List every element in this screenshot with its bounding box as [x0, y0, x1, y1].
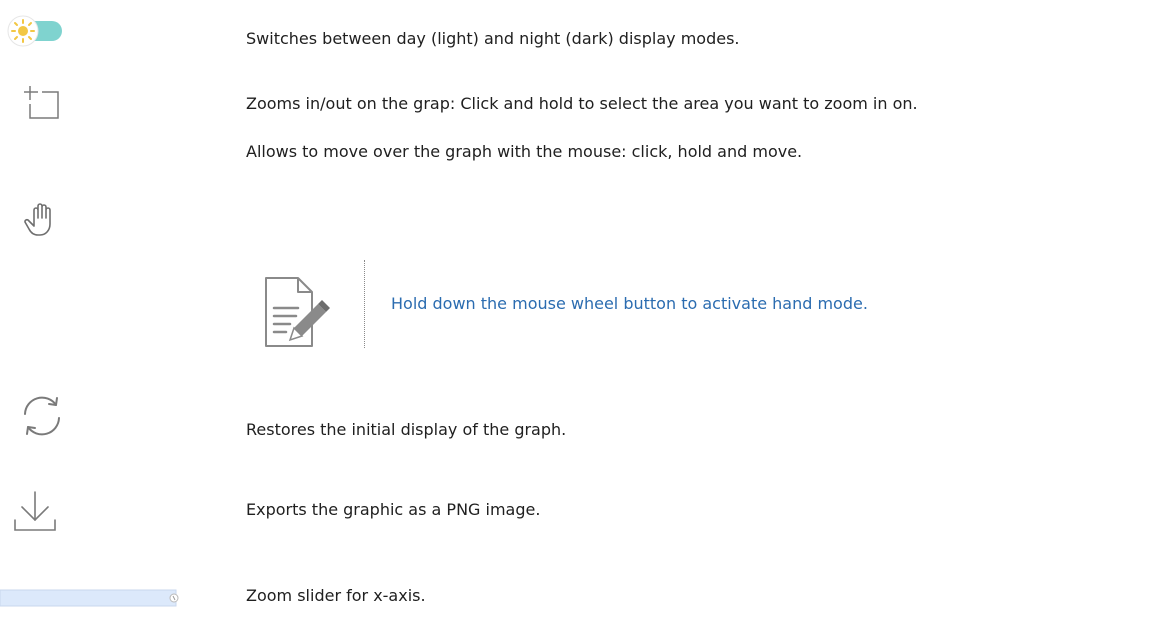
zoom-select-description: Zooms in/out on the grap: Click and hold…: [246, 94, 918, 113]
zoom-slider-icon: [0, 584, 190, 616]
note-divider: [364, 260, 365, 348]
download-icon: [10, 486, 60, 540]
zoom-select-icon: [24, 84, 64, 128]
note-callout: Hold down the mouse wheel button to acti…: [262, 260, 882, 352]
zoom-slider-description: Zoom slider for x-axis.: [246, 586, 426, 605]
day-night-toggle-icon: [4, 13, 66, 53]
reset-refresh-icon: [18, 392, 66, 444]
note-text: Hold down the mouse wheel button to acti…: [391, 294, 868, 313]
help-legend-page: Switches between day (light) and night (…: [0, 0, 1174, 627]
download-description: Exports the graphic as a PNG image.: [246, 500, 541, 519]
note-pencil-icon: [262, 274, 330, 354]
hand-pan-description: Allows to move over the graph with the m…: [246, 142, 803, 161]
reset-description: Restores the initial display of the grap…: [246, 420, 567, 439]
hand-pan-icon: [22, 200, 62, 244]
day-night-description: Switches between day (light) and night (…: [246, 29, 740, 48]
